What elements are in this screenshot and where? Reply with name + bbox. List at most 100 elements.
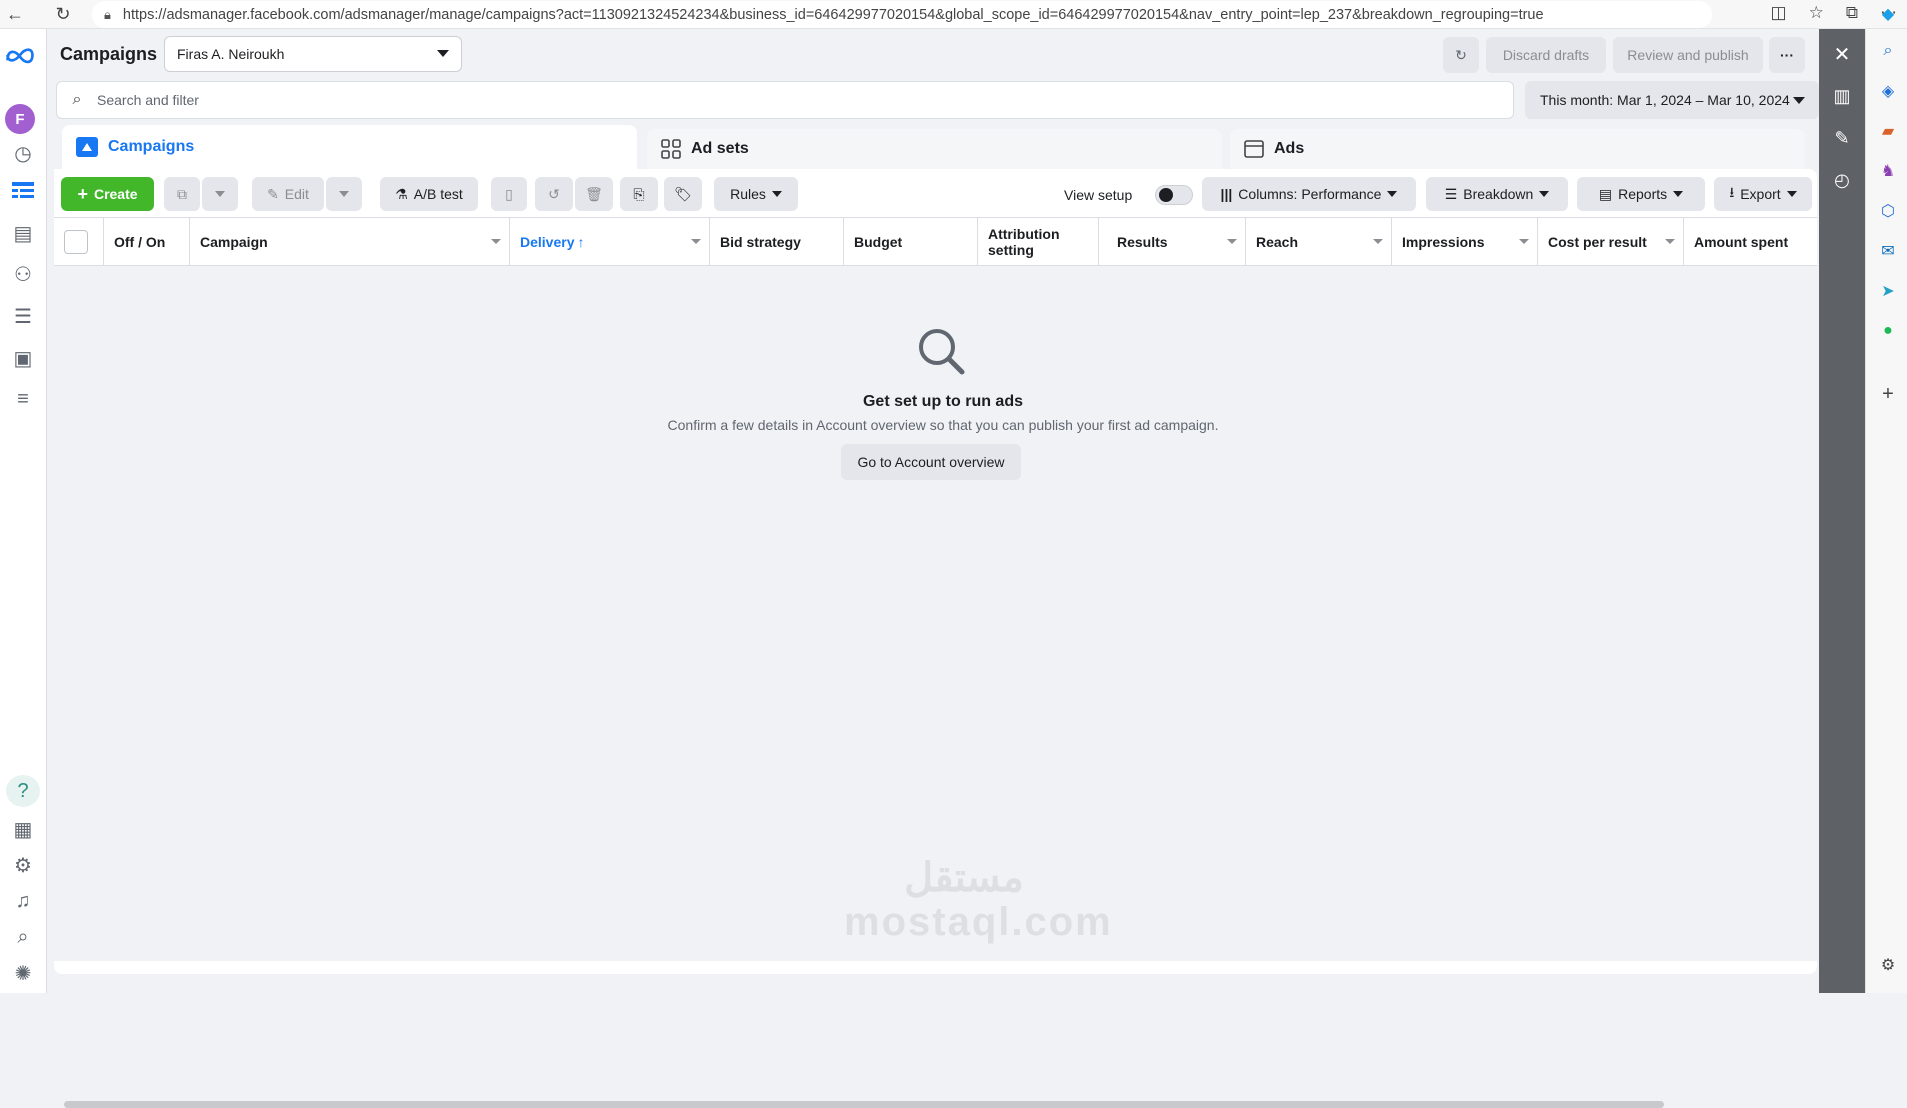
settings-gear-icon[interactable]: ⚙ <box>1876 953 1900 977</box>
column-header-off-on[interactable]: Off / On <box>104 218 190 266</box>
column-header-amount-spent[interactable]: Amount spent <box>1684 218 1817 266</box>
tag-button[interactable]: 🏷︎ <box>664 177 702 211</box>
copilot-icon[interactable]: ◆ <box>1876 2 1900 26</box>
bug-report-icon[interactable]: ✺ <box>6 957 40 989</box>
column-header-impressions[interactable]: Impressions <box>1392 218 1538 266</box>
column-header-campaign[interactable]: Campaign <box>190 218 510 266</box>
avatar[interactable]: F <box>5 104 35 134</box>
outlook-icon[interactable]: ✉ <box>1876 239 1900 263</box>
rules-button[interactable]: Rules <box>714 177 798 211</box>
more-options-button[interactable]: ··· <box>1769 37 1805 73</box>
clipboard-button[interactable]: ▯ <box>491 177 527 211</box>
date-range-picker[interactable]: This month: Mar 1, 2024 – Mar 10, 2024 <box>1525 81 1819 119</box>
column-header-bid-strategy[interactable]: Bid strategy <box>710 218 844 266</box>
search-icon: ⌕ <box>72 91 82 108</box>
discard-drafts-button[interactable]: Discard drafts <box>1486 37 1606 73</box>
columns-button[interactable]: ||| Columns: Performance <box>1202 177 1416 211</box>
select-all-checkbox[interactable] <box>64 230 88 254</box>
dashboard-icon[interactable]: ◷ <box>6 137 40 169</box>
sort-caret-icon <box>1373 239 1383 244</box>
download-icon: ⭳ <box>1729 184 1735 200</box>
spotify-icon[interactable]: ● <box>1876 319 1900 343</box>
split-screen-icon[interactable]: ◫ <box>1771 3 1787 23</box>
go-to-account-overview-button[interactable]: Go to Account overview <box>841 444 1021 480</box>
collections-icon[interactable]: ⧉ <box>1846 3 1858 23</box>
back-icon[interactable]: ← <box>0 4 30 25</box>
column-campaign-label: Campaign <box>200 234 268 250</box>
reports-button[interactable]: ▤ Reports <box>1577 177 1705 211</box>
breakdown-button[interactable]: ☰ Breakdown <box>1426 177 1568 211</box>
preview-button[interactable]: ⎘ <box>620 177 658 211</box>
flask-icon: ⚗ <box>395 185 408 202</box>
add-icon[interactable]: + <box>1876 382 1900 406</box>
send-icon[interactable]: ➤ <box>1876 279 1900 303</box>
edit-dropdown-button[interactable] <box>326 177 362 211</box>
column-header-reach[interactable]: Reach <box>1246 218 1392 266</box>
meta-logo-icon[interactable] <box>4 45 36 65</box>
undo-button[interactable]: ↺ <box>535 177 573 211</box>
delete-button[interactable]: 🗑︎ <box>575 177 613 211</box>
edit-button[interactable]: ✎ Edit <box>252 177 324 211</box>
campaigns-folder-icon <box>76 137 98 157</box>
billing-icon[interactable]: ☰ <box>6 300 40 332</box>
ad-sets-grid-icon <box>661 139 681 159</box>
reports-icon: ▤ <box>1598 185 1613 202</box>
notifications-bell-icon[interactable]: ♫ <box>6 885 40 917</box>
chevron-down-icon <box>1673 191 1684 197</box>
search-filter-bar[interactable]: ⌕ Search and filter <box>56 81 1514 119</box>
review-publish-button[interactable]: Review and publish <box>1613 37 1763 73</box>
pages-icon[interactable]: ▤ <box>6 217 40 249</box>
refresh-button[interactable]: ↻ <box>1443 37 1479 73</box>
empty-state-title: Get set up to run ads <box>862 393 1023 410</box>
media-library-icon[interactable]: ▣ <box>6 342 40 374</box>
browser-toolbar: ← ↻ 🔒︎ https://adsmanager.facebook.com/a… <box>0 0 1907 29</box>
microsoft-365-icon[interactable]: ⬡ <box>1876 199 1900 223</box>
all-tools-menu-icon[interactable]: ≡ <box>6 383 40 415</box>
search-icon[interactable]: ⌕ <box>1876 39 1900 63</box>
search-input[interactable]: Search and filter <box>97 92 199 108</box>
duplicate-button[interactable]: ⧉ <box>164 177 200 211</box>
refresh-icon: ↻ <box>1455 46 1467 63</box>
chevron-down-icon <box>215 191 225 197</box>
account-selector[interactable]: Firas A. Neiroukh <box>164 36 462 72</box>
duplicate-dropdown-button[interactable] <box>202 177 238 211</box>
news-icon[interactable]: ▦ <box>6 813 40 845</box>
view-setup-toggle[interactable] <box>1155 185 1193 205</box>
audiences-icon[interactable]: ⚇ <box>6 258 40 290</box>
tab-campaigns-label: Campaigns <box>108 138 195 155</box>
help-icon[interactable]: ? <box>6 775 40 807</box>
reload-icon[interactable]: ↻ <box>48 4 78 25</box>
close-icon[interactable]: ✕ <box>1827 39 1857 69</box>
pencil-icon[interactable]: ✎ <box>1827 123 1857 153</box>
tab-campaigns[interactable]: Campaigns <box>62 125 637 169</box>
column-header-delivery[interactable]: Delivery ↑ <box>510 218 710 266</box>
sort-caret-icon <box>691 239 701 244</box>
create-button[interactable]: + Create <box>61 177 154 211</box>
games-icon[interactable]: ♞ <box>1876 159 1900 183</box>
ab-test-button[interactable]: ⚗ A/B test <box>380 177 478 211</box>
column-header-results[interactable]: Results <box>1099 218 1246 266</box>
horizontal-scrollbar[interactable] <box>64 1101 1664 1108</box>
chevron-down-icon <box>1387 191 1398 197</box>
trash-icon: 🗑︎ <box>585 185 603 202</box>
clipboard-icon: ▯ <box>505 185 513 202</box>
bar-chart-icon[interactable]: ▥ <box>1827 81 1857 111</box>
view-setup-label: View setup <box>1064 187 1133 203</box>
shopping-tag-icon[interactable]: ◈ <box>1876 79 1900 103</box>
favorites-icon[interactable]: ☆ <box>1809 3 1824 23</box>
column-header-cost-per-result[interactable]: Cost per result <box>1538 218 1684 266</box>
export-button[interactable]: ⭳ Export <box>1714 177 1812 211</box>
tools-briefcase-icon[interactable]: ▰ <box>1876 119 1900 143</box>
tab-ad-sets[interactable]: Ad sets <box>647 129 1222 169</box>
history-clock-icon[interactable]: ◴ <box>1827 165 1857 195</box>
column-header-attribution[interactable]: Attribution setting <box>978 218 1099 266</box>
tab-ads[interactable]: Ads <box>1230 129 1805 169</box>
chevron-down-icon <box>771 191 782 197</box>
campaigns-table-icon[interactable] <box>6 175 40 207</box>
select-all-cell <box>54 218 104 266</box>
column-header-budget[interactable]: Budget <box>844 218 978 266</box>
undo-icon: ↺ <box>548 185 560 202</box>
address-bar[interactable]: 🔒︎ https://adsmanager.facebook.com/adsma… <box>92 1 1712 28</box>
settings-gear-icon[interactable]: ⚙ <box>6 849 40 881</box>
search-icon[interactable]: ⌕ <box>6 921 40 953</box>
